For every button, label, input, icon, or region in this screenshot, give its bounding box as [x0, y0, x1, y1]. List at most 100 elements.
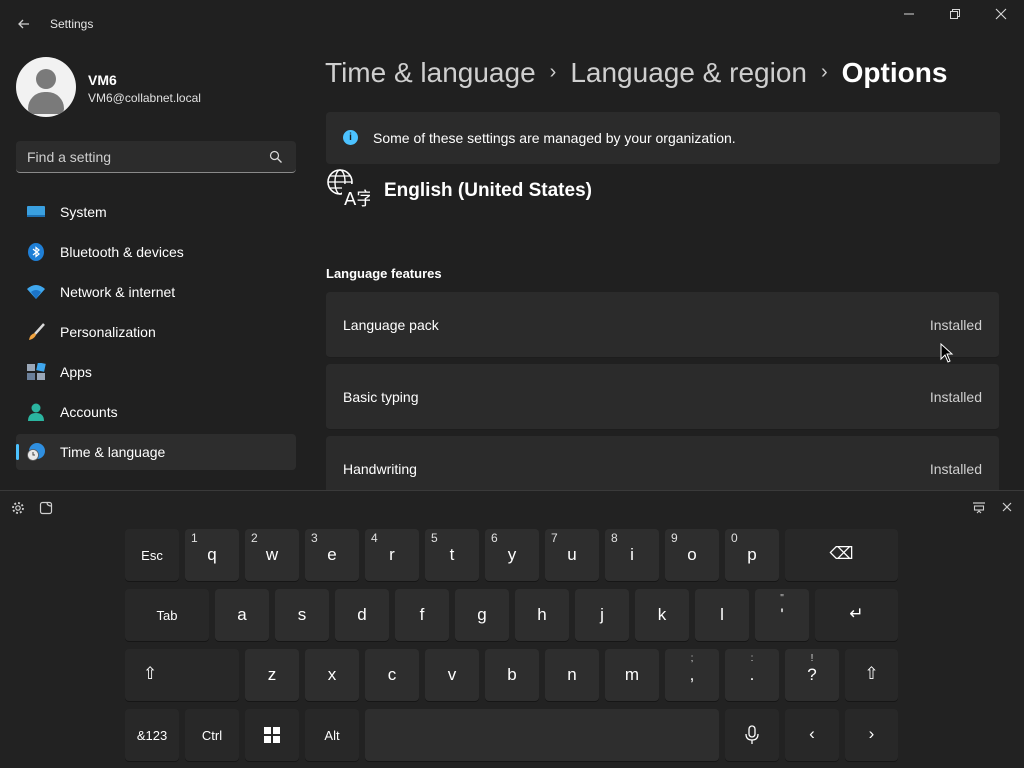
sidebar-item-network[interactable]: Network & internet — [16, 274, 296, 310]
back-button[interactable] — [12, 12, 36, 36]
key-b[interactable]: b — [485, 649, 539, 701]
key-a[interactable]: a — [215, 589, 269, 641]
bluetooth-icon — [28, 243, 44, 261]
back-arrow-icon — [18, 19, 29, 29]
user-profile[interactable]: VM6 VM6@collabnet.local — [16, 57, 296, 117]
key-o[interactable]: 9o — [665, 529, 719, 581]
minimize-icon — [904, 13, 914, 15]
key-x[interactable]: x — [305, 649, 359, 701]
sidebar-item-bluetooth[interactable]: Bluetooth & devices — [16, 234, 296, 270]
key-j[interactable]: j — [575, 589, 629, 641]
key-alt[interactable]: Alt — [305, 709, 359, 761]
key-enter[interactable]: ↵ — [815, 589, 898, 641]
key-k[interactable]: k — [635, 589, 689, 641]
key-period[interactable]: :. — [725, 649, 779, 701]
sidebar-item-personalization[interactable]: Personalization — [16, 314, 296, 350]
key-space[interactable] — [365, 709, 719, 761]
brush-icon — [29, 323, 45, 340]
key-symbols[interactable]: &123 — [125, 709, 179, 761]
wifi-icon — [27, 285, 45, 299]
settings-window: Settings VM6 VM6@collabnet.local Find a … — [0, 0, 1024, 490]
breadcrumb-time-language[interactable]: Time & language — [325, 57, 536, 88]
close-button[interactable] — [978, 0, 1024, 32]
key-p[interactable]: 0p — [725, 529, 779, 581]
sidebar-item-system[interactable]: System — [16, 194, 296, 230]
enter-icon: ↵ — [849, 604, 864, 623]
sidebar-item-label: Accounts — [60, 404, 118, 420]
sticker-icon — [39, 501, 53, 515]
key-apostrophe[interactable]: " ' — [755, 589, 809, 641]
key-r[interactable]: 4r — [365, 529, 419, 581]
restore-button[interactable] — [932, 0, 978, 32]
microphone-icon — [745, 725, 759, 744]
sidebar-item-time-language[interactable]: Time & language — [16, 434, 296, 470]
page-title: Options — [841, 57, 948, 88]
key-v[interactable]: v — [425, 649, 479, 701]
key-comma[interactable]: ;, — [665, 649, 719, 701]
key-n[interactable]: n — [545, 649, 599, 701]
search-input[interactable]: Find a setting — [16, 141, 296, 173]
title-bar: Settings — [0, 0, 1024, 48]
language-globe-icon: A字 — [327, 169, 370, 208]
close-icon — [1002, 502, 1012, 512]
language-features-title: Language features — [326, 266, 442, 281]
key-e[interactable]: 3e — [305, 529, 359, 581]
feature-status: Installed — [929, 461, 982, 477]
key-backspace[interactable]: ⌫ — [785, 529, 898, 581]
feature-label: Basic typing — [343, 389, 419, 405]
keyboard-layout-button[interactable] — [971, 501, 987, 517]
key-u[interactable]: 7u — [545, 529, 599, 581]
feature-basic-typing[interactable]: Basic typing Installed — [326, 364, 999, 430]
key-left-arrow[interactable]: ‹ — [785, 709, 839, 761]
chevron-right-icon: › — [868, 724, 875, 743]
key-shift-left[interactable]: ⇧ — [125, 649, 239, 701]
sidebar-item-accounts[interactable]: Accounts — [16, 394, 296, 430]
key-w[interactable]: 2w — [245, 529, 299, 581]
sidebar-item-label: Apps — [60, 364, 92, 380]
keyboard-close-button[interactable] — [999, 501, 1015, 517]
emoji-panel-button[interactable] — [38, 501, 54, 517]
key-q[interactable]: 1q — [185, 529, 239, 581]
key-h[interactable]: h — [515, 589, 569, 641]
key-right-arrow[interactable]: › — [845, 709, 898, 761]
user-name: VM6 — [88, 72, 117, 88]
key-esc[interactable]: Esc — [125, 529, 179, 581]
minimize-button[interactable] — [886, 0, 932, 32]
key-g[interactable]: g — [455, 589, 509, 641]
key-question[interactable]: !? — [785, 649, 839, 701]
key-i[interactable]: 8i — [605, 529, 659, 581]
search-icon — [269, 150, 282, 163]
gear-icon — [12, 502, 24, 514]
key-m[interactable]: m — [605, 649, 659, 701]
breadcrumb: Time & language › Language & region › Option… — [325, 57, 947, 97]
organization-info-bar: i Some of these settings are managed by … — [326, 112, 1000, 164]
key-tab[interactable]: Tab — [125, 589, 209, 641]
person-icon — [28, 403, 44, 421]
mouse-cursor-icon — [940, 343, 954, 363]
key-f[interactable]: f — [395, 589, 449, 641]
key-s[interactable]: s — [275, 589, 329, 641]
key-d[interactable]: d — [335, 589, 389, 641]
sidebar-item-label: Bluetooth & devices — [60, 244, 184, 260]
key-y[interactable]: 6y — [485, 529, 539, 581]
key-windows[interactable] — [245, 709, 299, 761]
key-c[interactable]: c — [365, 649, 419, 701]
breadcrumb-language-region[interactable]: Language & region — [570, 57, 807, 88]
chevron-left-icon: ‹ — [809, 724, 815, 743]
feature-status: Installed — [929, 389, 982, 405]
key-dictation[interactable] — [725, 709, 779, 761]
key-ctrl[interactable]: Ctrl — [185, 709, 239, 761]
key-z[interactable]: z — [245, 649, 299, 701]
key-l[interactable]: l — [695, 589, 749, 641]
shift-icon: ⇧ — [143, 664, 158, 683]
keyboard-settings-button[interactable] — [10, 501, 26, 517]
key-t[interactable]: 5t — [425, 529, 479, 581]
sidebar-item-apps[interactable]: Apps — [16, 354, 296, 390]
sidebar-item-label: Personalization — [60, 324, 156, 340]
language-name: English (United States) — [384, 180, 592, 201]
sidebar-item-label: Time & language — [60, 444, 166, 460]
feature-language-pack[interactable]: Language pack Installed — [326, 292, 999, 358]
app-title: Settings — [50, 17, 94, 31]
feature-handwriting[interactable]: Handwriting Installed — [326, 436, 999, 490]
key-shift-right[interactable]: ⇧ — [845, 649, 898, 701]
